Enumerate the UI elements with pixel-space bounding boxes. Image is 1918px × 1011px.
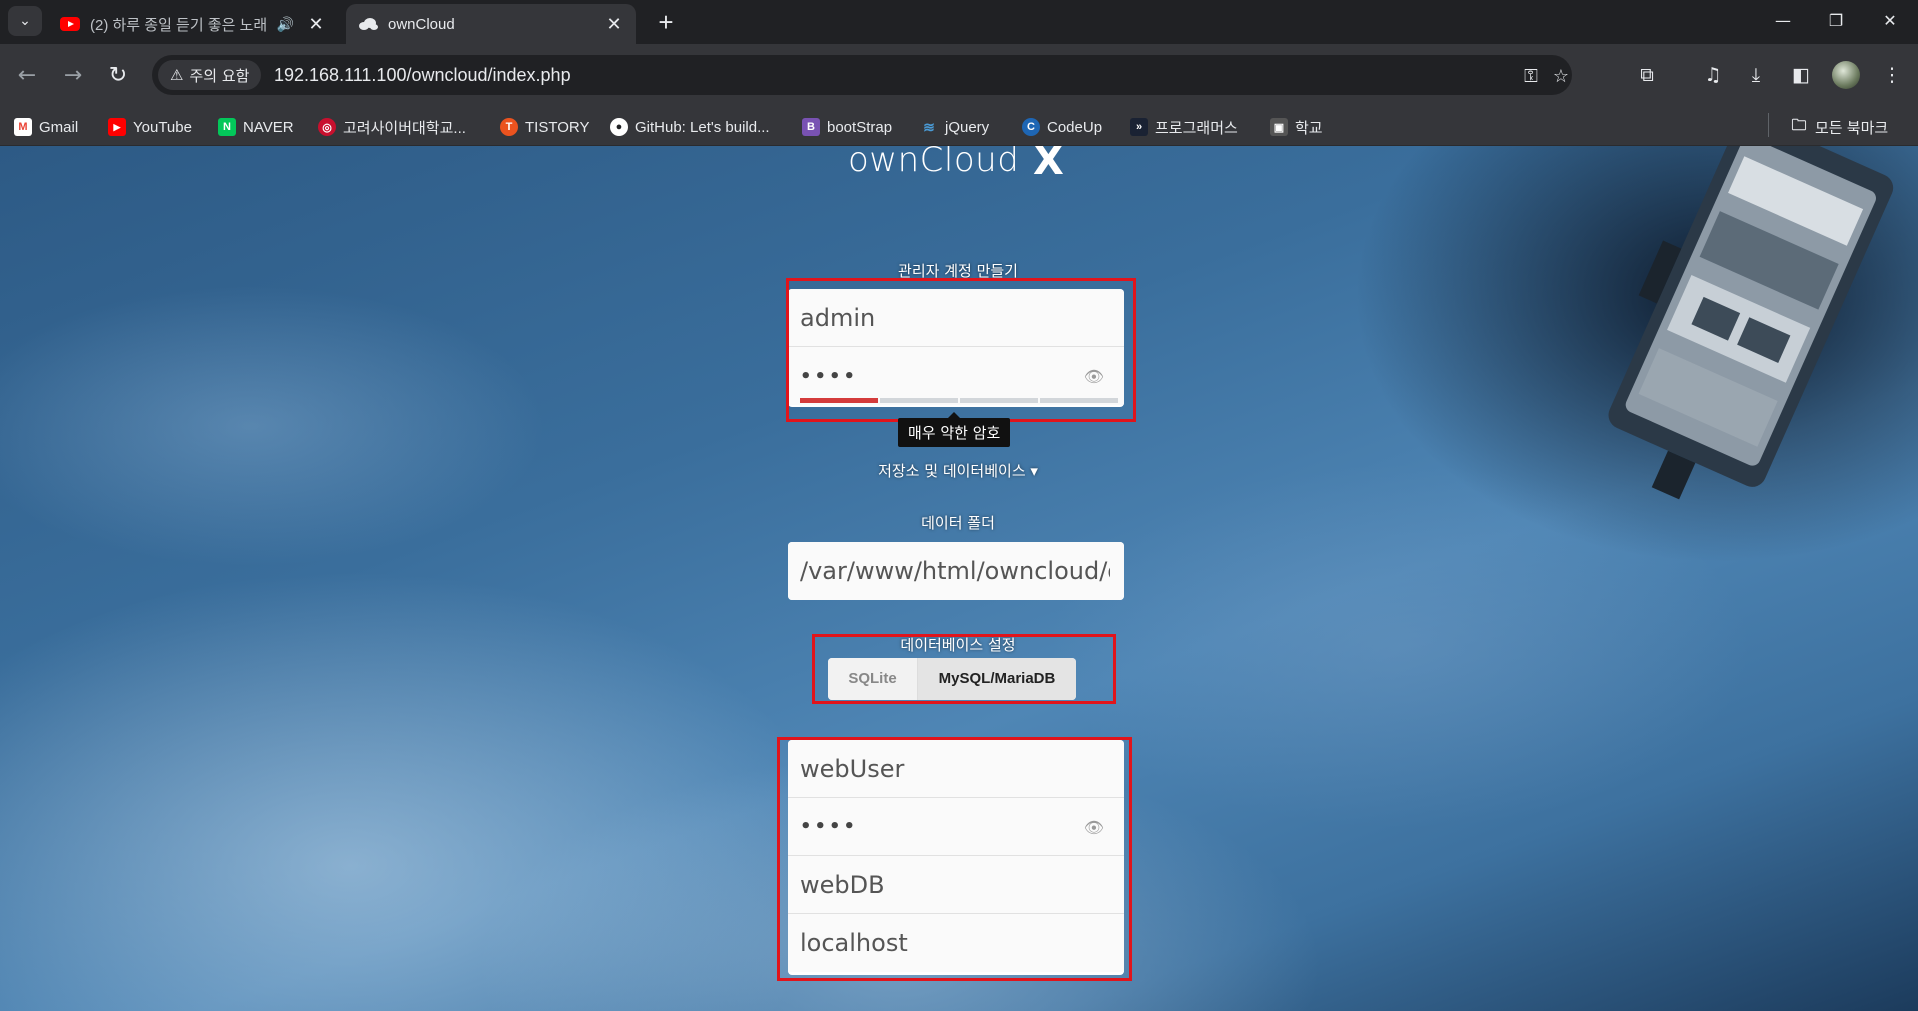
tab-youtube[interactable]: (2) 하루 종일 듣기 좋은 노래 🔊 ✕	[48, 4, 338, 44]
all-bookmarks-label: 모든 북마크	[1815, 119, 1889, 137]
profile-avatar[interactable]	[1832, 61, 1860, 89]
bookmarks-divider	[1768, 113, 1769, 137]
bootstrap-icon: B	[802, 118, 820, 136]
annotation-box-dbcredentials	[777, 737, 1132, 981]
bookmark-bootstrap[interactable]: B bootStrap	[802, 114, 892, 140]
all-bookmarks-button[interactable]: 🗀 모든 북마크	[1790, 114, 1888, 140]
address-bar[interactable]: ⚠ 주의 요함 192.168.111.100/owncloud/index.p…	[152, 55, 1572, 95]
key-icon[interactable]: ⚿	[1518, 63, 1544, 89]
media-controls-icon[interactable]: ♫	[1697, 59, 1729, 91]
reload-icon[interactable]: ↻	[101, 58, 135, 92]
school-icon: ▣	[1270, 118, 1288, 136]
university-icon: ◎	[318, 118, 336, 136]
bookmark-gmail[interactable]: M Gmail	[14, 114, 78, 140]
bookmark-codeup[interactable]: C CodeUp	[1022, 114, 1102, 140]
youtube-icon	[60, 14, 80, 34]
satellite-background-image	[1608, 146, 1894, 500]
close-tab-icon[interactable]: ✕	[604, 14, 624, 35]
github-icon: ●	[610, 118, 628, 136]
bookmark-jquery[interactable]: ≋ jQuery	[920, 114, 989, 140]
restore-icon[interactable]: ❐	[1808, 0, 1864, 40]
owncloud-icon	[358, 14, 378, 34]
bookmark-naver[interactable]: N NAVER	[218, 114, 294, 140]
codeup-icon: C	[1022, 118, 1040, 136]
owncloud-setup-page: ownCloud X 관리자 계정 만들기 admin •••• 👁 매우 약한…	[0, 146, 1918, 1011]
bookmark-label: GitHub: Let's build...	[635, 118, 770, 136]
tab-title: ownCloud	[388, 15, 455, 33]
bookmark-label: TISTORY	[525, 118, 590, 136]
warning-icon: ⚠	[170, 66, 184, 84]
storage-database-toggle[interactable]: 저장소 및 데이터베이스 ▾	[798, 460, 1118, 481]
bookmarks-bar: M Gmail ▶ YouTube N NAVER ◎ 고려사이버대학교... …	[0, 106, 1918, 146]
security-chip-label: 주의 요함	[189, 66, 250, 85]
annotation-box-admin	[786, 278, 1136, 422]
bookmark-label: 학교	[1295, 119, 1323, 137]
tab-strip: ⌄ (2) 하루 종일 듣기 좋은 노래 🔊 ✕ ownCloud ✕ + — …	[0, 0, 1918, 44]
data-folder-label: 데이터 폴더	[921, 514, 995, 532]
download-icon[interactable]: ⤓	[1740, 59, 1772, 91]
close-tab-icon[interactable]: ✕	[306, 14, 326, 35]
forward-icon[interactable]: →	[56, 58, 90, 92]
programmers-icon: »	[1130, 118, 1148, 136]
bookmark-label: CodeUp	[1047, 118, 1103, 136]
bookmark-label: bootStrap	[827, 118, 893, 136]
data-folder-field[interactable]: /var/www/html/owncloud/data	[788, 542, 1124, 600]
data-folder-group: /var/www/html/owncloud/data	[788, 542, 1124, 600]
data-folder-value: /var/www/html/owncloud/data	[800, 557, 1110, 585]
side-panel-icon[interactable]: ◧	[1785, 59, 1817, 91]
bookmark-label: jQuery	[945, 118, 990, 136]
tistory-icon: T	[500, 118, 518, 136]
extensions-icon[interactable]: ⧉	[1631, 59, 1663, 91]
bookmark-youtube[interactable]: ▶ YouTube	[108, 114, 192, 140]
bookmark-tistory[interactable]: T TISTORY	[500, 114, 589, 140]
url-text[interactable]: 192.168.111.100/owncloud/index.php	[274, 55, 571, 95]
bookmark-label: Gmail	[39, 118, 79, 136]
close-window-icon[interactable]: ✕	[1862, 0, 1918, 40]
logo-text: ownCloud	[848, 146, 1020, 180]
bookmark-label: 고려사이버대학교...	[343, 119, 466, 137]
audio-playing-icon[interactable]: 🔊	[277, 16, 294, 33]
bookmark-github[interactable]: ● GitHub: Let's build...	[610, 114, 770, 140]
jquery-icon: ≋	[923, 118, 935, 135]
menu-icon[interactable]: ⋮	[1876, 59, 1908, 91]
gmail-icon: M	[14, 118, 32, 136]
bookmark-university[interactable]: ◎ 고려사이버대학교...	[318, 114, 466, 140]
tab-title: (2) 하루 종일 듣기 좋은 노래	[90, 16, 268, 34]
new-tab-button[interactable]: +	[650, 6, 682, 38]
security-chip[interactable]: ⚠ 주의 요함	[158, 60, 262, 90]
bookmark-label: NAVER	[243, 118, 294, 136]
bookmark-school[interactable]: ▣ 학교	[1270, 114, 1323, 140]
owncloud-logo: ownCloud X	[848, 146, 1078, 184]
bookmark-label: 프로그래머스	[1155, 119, 1238, 137]
naver-icon: N	[218, 118, 236, 136]
bookmark-star-icon[interactable]: ☆	[1548, 63, 1574, 89]
tab-search-button[interactable]: ⌄	[8, 6, 42, 36]
youtube-icon: ▶	[108, 118, 126, 136]
minimize-icon[interactable]: —	[1755, 0, 1811, 40]
browser-toolbar: ← → ↻ ⚠ 주의 요함 192.168.111.100/owncloud/i…	[0, 44, 1918, 106]
password-strength-tooltip: 매우 약한 암호	[898, 412, 1011, 447]
logo-x: X	[1033, 146, 1064, 184]
bookmark-programmers[interactable]: » 프로그래머스	[1130, 114, 1238, 140]
folder-icon: 🗀	[1791, 116, 1807, 134]
bookmark-label: YouTube	[133, 118, 192, 136]
annotation-box-dbtype	[812, 634, 1116, 704]
back-icon[interactable]: ←	[10, 58, 44, 92]
tab-owncloud[interactable]: ownCloud ✕	[346, 4, 636, 44]
